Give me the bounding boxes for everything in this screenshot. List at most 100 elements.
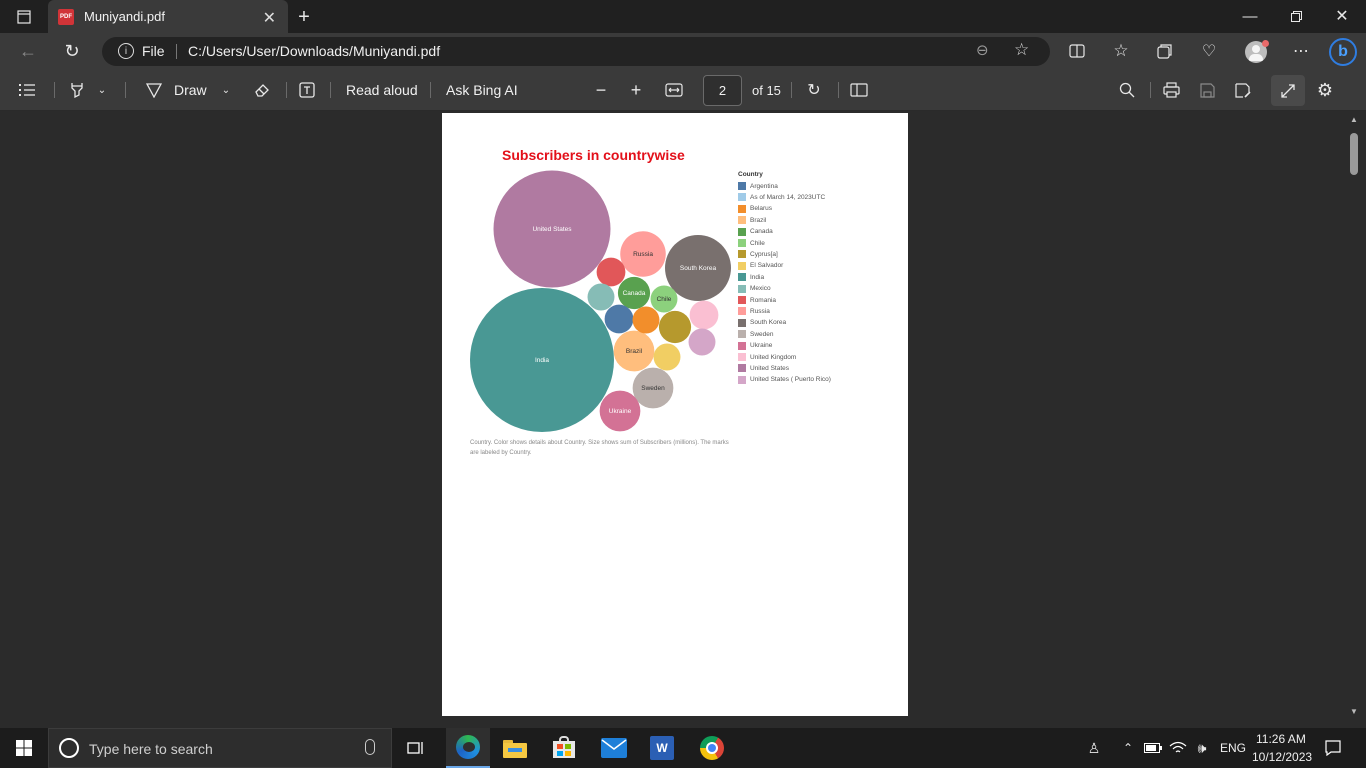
microsoft-store-icon[interactable] xyxy=(553,736,575,758)
bubble-mexico xyxy=(587,283,615,311)
tab-actions-icon[interactable] xyxy=(14,7,34,27)
save-as-icon[interactable] xyxy=(1232,80,1254,100)
fit-to-width-icon[interactable] xyxy=(662,80,686,100)
highlight-chevron-down-icon[interactable]: ⌄ xyxy=(94,80,110,100)
favorites-icon[interactable]: ☆ xyxy=(1110,40,1132,62)
new-tab-icon[interactable]: + xyxy=(293,6,315,28)
legend-swatch xyxy=(738,227,746,236)
toolbar-divider xyxy=(838,82,839,98)
legend-swatch xyxy=(738,318,746,327)
microphone-icon[interactable] xyxy=(365,739,375,755)
wifi-icon[interactable] xyxy=(1168,739,1188,757)
bubble-chart: India United States South Korea Russia Brazi… xyxy=(470,170,731,432)
taskbar-search-box[interactable]: Type here to search xyxy=(48,728,392,768)
bubble-label: Canada xyxy=(623,290,646,297)
notifications-icon[interactable] xyxy=(1322,738,1344,758)
draw-chevron-down-icon[interactable]: ⌄ xyxy=(218,80,234,100)
more-options-icon[interactable]: ⋯ xyxy=(1290,40,1312,62)
legend-item: Cyprus[a] xyxy=(738,250,778,259)
tab-title: Muniyandi.pdf xyxy=(84,9,165,24)
draw-icon[interactable] xyxy=(144,80,164,100)
page-view-icon[interactable] xyxy=(848,80,870,100)
back-icon[interactable]: ← xyxy=(16,40,40,62)
legend-swatch xyxy=(738,182,746,190)
windows-start-icon[interactable] xyxy=(10,736,38,760)
legend-label: As of March 14, 2023UTC xyxy=(750,193,826,201)
zoom-icon[interactable]: ⊖ xyxy=(976,41,989,59)
zoom-out-icon[interactable]: − xyxy=(590,80,612,100)
legend-item: Argentina xyxy=(738,182,778,190)
chrome-icon[interactable] xyxy=(700,736,724,760)
legend-label: United States ( Puerto Rico) xyxy=(750,376,831,384)
info-icon[interactable]: i xyxy=(118,43,134,59)
clock-date[interactable]: 10/12/2023 xyxy=(1252,750,1312,764)
close-window-icon[interactable]: ✕ xyxy=(1332,6,1352,26)
settings-gear-icon[interactable]: ⚙ xyxy=(1314,80,1336,100)
split-screen-icon[interactable] xyxy=(1066,40,1088,62)
ask-bing-button[interactable]: Ask Bing AI xyxy=(446,82,518,98)
search-icon[interactable] xyxy=(1116,80,1138,100)
legend-swatch xyxy=(738,261,746,270)
language-indicator[interactable]: ENG xyxy=(1220,741,1246,755)
legend-swatch xyxy=(738,364,746,373)
clock-time[interactable]: 11:26 AM xyxy=(1256,732,1306,746)
legend-swatch xyxy=(738,273,746,282)
print-icon[interactable] xyxy=(1160,80,1182,100)
read-aloud-button[interactable]: Read aloud xyxy=(346,82,418,98)
draw-button[interactable]: Draw xyxy=(174,82,207,98)
zoom-in-icon[interactable]: + xyxy=(625,80,647,100)
people-icon[interactable]: ♙ xyxy=(1084,738,1104,758)
address-text[interactable]: C:/Users/User/Downloads/Muniyandi.pdf xyxy=(188,43,440,59)
show-hidden-icons-chevron-up-icon[interactable]: ⌃ xyxy=(1120,738,1136,758)
rotate-icon[interactable]: ↻ xyxy=(803,80,825,100)
task-view-icon[interactable] xyxy=(404,737,428,759)
performance-icon[interactable]: ♡ xyxy=(1198,40,1220,62)
pdf-icon: PDF xyxy=(58,8,74,25)
bubble-label: Brazil xyxy=(626,348,643,355)
legend-item: Sweden xyxy=(738,330,774,339)
favorite-star-icon[interactable]: ☆ xyxy=(1014,40,1029,60)
close-tab-icon[interactable]: ✕ xyxy=(263,8,276,28)
legend-label: Cyprus[a] xyxy=(750,250,778,258)
bubble-el-salvador xyxy=(653,343,681,371)
edge-taskbar-icon[interactable] xyxy=(446,728,490,768)
legend-item: Mexico xyxy=(738,284,771,293)
address-field[interactable]: i File C:/Users/User/Downloads/Muniyandi… xyxy=(102,37,1050,66)
add-text-icon[interactable] xyxy=(296,80,318,100)
profile-avatar[interactable] xyxy=(1244,40,1269,64)
scroll-down-icon[interactable]: ▼ xyxy=(1348,706,1360,716)
minimize-icon[interactable]: — xyxy=(1240,6,1260,26)
bing-copilot-icon[interactable]: b xyxy=(1328,37,1358,67)
legend-label: Russia xyxy=(750,307,770,315)
legend-swatch xyxy=(738,296,746,304)
refresh-icon[interactable]: ↻ xyxy=(60,40,84,62)
word-icon[interactable]: W xyxy=(650,736,674,760)
bubble-cyprus-a xyxy=(658,310,692,344)
legend-swatch xyxy=(738,239,746,247)
legend-item: El Salvador xyxy=(738,261,783,270)
eraser-icon[interactable] xyxy=(252,80,272,100)
legend-item: Belarus xyxy=(738,204,772,213)
toolbar-divider xyxy=(286,82,287,98)
volume-icon[interactable]: 🕪 xyxy=(1192,739,1212,757)
save-icon[interactable] xyxy=(1196,80,1218,100)
battery-icon[interactable] xyxy=(1144,740,1162,756)
legend-item: Ukraine xyxy=(738,341,772,350)
legend-label: United Kingdom xyxy=(750,353,797,361)
bubble-label: Russia xyxy=(633,251,653,258)
collections-icon[interactable] xyxy=(1154,40,1176,62)
scroll-up-icon[interactable]: ▲ xyxy=(1348,114,1360,124)
restore-icon[interactable] xyxy=(1286,6,1306,26)
legend-item: As of March 14, 2023UTC xyxy=(738,193,826,202)
contents-list-icon[interactable] xyxy=(16,80,38,100)
fullscreen-icon[interactable] xyxy=(1271,75,1305,106)
scrollbar-thumb[interactable] xyxy=(1350,133,1358,175)
legend-swatch xyxy=(738,330,746,339)
tab-muniyandi[interactable]: PDF Muniyandi.pdf ✕ xyxy=(48,0,288,33)
bubble-label: South Korea xyxy=(680,265,717,272)
mail-icon[interactable] xyxy=(601,738,627,758)
highlight-icon[interactable] xyxy=(66,80,88,100)
file-explorer-icon[interactable] xyxy=(503,738,527,758)
page-number-input[interactable]: 2 xyxy=(703,75,742,106)
taskbar-search-placeholder: Type here to search xyxy=(89,741,213,757)
